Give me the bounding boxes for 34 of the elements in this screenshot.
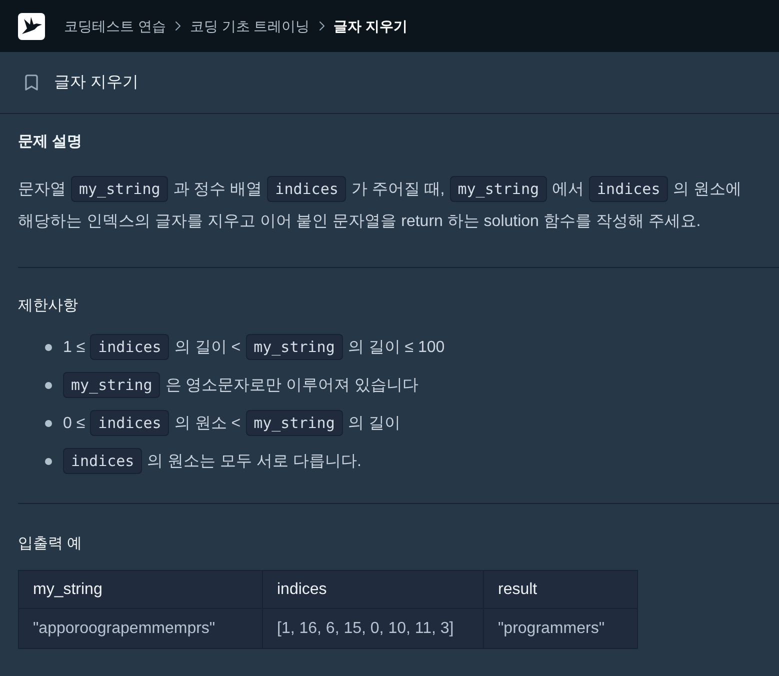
- breadcrumb-link[interactable]: 코딩테스트 연습: [64, 16, 166, 36]
- section-heading: 제한사항: [18, 296, 79, 316]
- table-header-cell: indices: [262, 570, 484, 608]
- bullet-icon: [45, 344, 52, 350]
- constraint-text: 1 ≤ indices 의 길이 < my_string 의 길이 ≤ 100: [63, 330, 445, 364]
- inline-code: indices: [589, 176, 668, 202]
- bullet-icon: [45, 420, 52, 426]
- inline-code: indices: [267, 176, 346, 202]
- bookmark-icon[interactable]: [22, 72, 41, 93]
- inline-code: indices: [90, 410, 170, 436]
- inline-code: indices: [90, 334, 170, 360]
- bullet-icon: [45, 382, 52, 388]
- breadcrumb-link[interactable]: 글자 지우기: [334, 16, 408, 36]
- bird-logo-icon[interactable]: [18, 12, 45, 40]
- inline-code: my_string: [246, 334, 343, 360]
- table-cell: [1, 16, 6, 15, 0, 10, 11, 3]: [262, 608, 484, 648]
- inline-code: my_string: [450, 176, 548, 202]
- breadcrumb-link[interactable]: 코딩 기초 트레이닝: [190, 16, 310, 36]
- inline-code: my_string: [63, 372, 160, 398]
- section-heading: 입출력 예: [18, 534, 84, 554]
- table-header-cell: my_string: [18, 570, 262, 608]
- constraint-text: indices 의 원소는 모두 서로 다릅니다.: [63, 444, 362, 478]
- table-cell: "programmers": [484, 608, 638, 648]
- inline-code: indices: [63, 448, 142, 474]
- table-cell: "apporoograpemmemprs": [18, 608, 262, 648]
- inline-code: my_string: [71, 176, 168, 202]
- bullet-icon: [45, 458, 52, 464]
- constraint-text: 0 ≤ indices 의 원소 < my_string 의 길이: [63, 406, 400, 440]
- constraint-text: my_string 은 영소문자로만 이루어져 있습니다: [63, 368, 419, 402]
- inline-code: my_string: [246, 410, 343, 436]
- problem-description: 문자열 my_string 과 정수 배열 indices 가 주어질 때, my_string 에서 indices 의 원소에 해당하는 인덱스의 글자를 지우고 이어 붙인 문자열을 return 하는 solution 함수를 작성해 주세요.: [18, 173, 761, 238]
- table-header-cell: result: [484, 570, 638, 608]
- problem-title: 글자 지우기: [54, 72, 138, 92]
- section-heading: 문제 설명: [18, 132, 84, 152]
